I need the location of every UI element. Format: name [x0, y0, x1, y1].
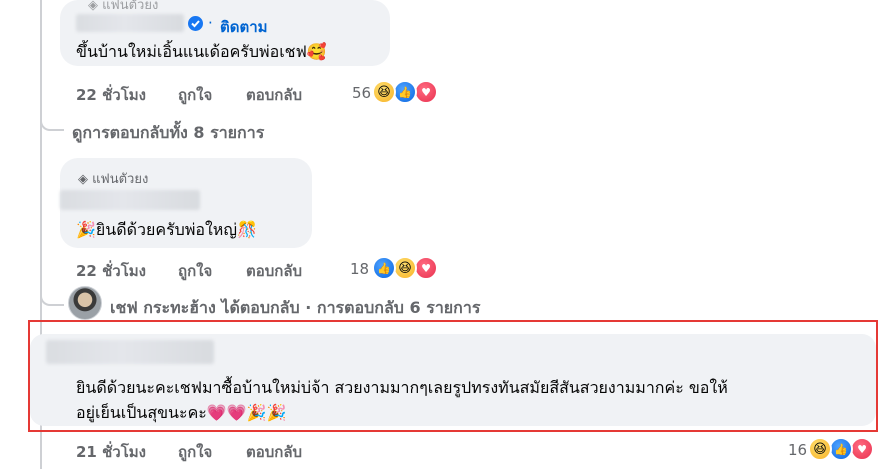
haha-reaction-icon: 😆 — [393, 256, 417, 280]
love-reaction-icon: ♥ — [414, 80, 438, 104]
haha-reaction-icon: 😆 — [808, 437, 832, 461]
reply-author: เชฟ กระทะฮ้าง — [110, 298, 216, 317]
highlight-box — [28, 320, 878, 432]
fan-badge-2: ◈ แฟนตัวยง — [78, 168, 148, 189]
comment-text-2: 🎉ยินดีด้วยครับพ่อใหญ่🎊 — [76, 218, 257, 243]
reply-button-2[interactable]: ตอบกลับ — [246, 259, 302, 283]
reply-connector — [40, 113, 64, 131]
comment-text-2-body: ยินดีด้วยครับพ่อใหญ่ — [95, 220, 237, 239]
reply-summary-link[interactable]: เชฟ กระทะฮ้าง ได้ตอบกลับ · การตอบกลับ 6 … — [110, 296, 480, 321]
fan-badge-1: ◈ แฟนตัวยง — [88, 0, 158, 15]
reply-connector — [40, 288, 64, 306]
comment-text-1: ขึ้นบ้านใหม่เอิ้นแนเด้อครับพ่อเชฟ🥰 — [76, 40, 327, 65]
reply-count: การตอบกลับ 6 รายการ — [316, 298, 481, 317]
avatar[interactable] — [68, 286, 102, 320]
fan-badge-label: แฟนตัวยง — [102, 0, 159, 13]
haha-reaction-icon: 😆 — [372, 80, 396, 104]
reply-action: ได้ตอบกลับ — [221, 298, 300, 317]
like-button-3[interactable]: ถูกใจ — [178, 440, 212, 464]
reply-button-3[interactable]: ตอบกลับ — [246, 440, 302, 464]
view-replies-link[interactable]: ดูการตอบกลับทั้ง 8 รายการ — [72, 121, 264, 146]
thread-line-main — [40, 0, 42, 300]
timestamp-1[interactable]: 22 ชั่วโมง — [76, 83, 146, 107]
commenter-name-1[interactable] — [76, 14, 184, 32]
love-reaction-icon: ♥ — [850, 437, 874, 461]
like-reaction-icon: 👍 — [393, 80, 417, 104]
reaction-count-3[interactable]: 16 — [788, 441, 807, 459]
follow-separator: · — [208, 14, 213, 32]
commenter-name-2[interactable] — [60, 190, 200, 210]
timestamp-2[interactable]: 22 ชั่วโมง — [76, 259, 146, 283]
follow-button[interactable]: ติดตาม — [220, 15, 268, 39]
diamond-icon: ◈ — [78, 172, 88, 187]
reaction-count-2[interactable]: 18 — [350, 260, 369, 278]
reply-button-1[interactable]: ตอบกลับ — [246, 83, 302, 107]
love-reaction-icon: ♥ — [414, 256, 438, 280]
fan-badge-label: แฟนตัวยง — [92, 172, 149, 187]
like-reaction-icon: 👍 — [829, 437, 853, 461]
like-reaction-icon: 👍 — [372, 256, 396, 280]
confetti-ball-emoji: 🎊 — [236, 220, 257, 239]
comment-text-1-body: ขึ้นบ้านใหม่เอิ้นแนเด้อครับพ่อเชฟ — [76, 42, 307, 61]
like-button-2[interactable]: ถูกใจ — [178, 259, 212, 283]
diamond-icon: ◈ — [88, 0, 98, 13]
like-button-1[interactable]: ถูกใจ — [178, 83, 212, 107]
reply-separator: · — [305, 298, 312, 317]
reaction-count-1[interactable]: 56 — [352, 84, 371, 102]
verified-icon — [188, 16, 203, 31]
party-popper-emoji: 🎉 — [76, 220, 96, 239]
timestamp-3[interactable]: 21 ชั่วโมง — [76, 440, 146, 464]
smiling-hearts-emoji: 🥰 — [306, 42, 327, 61]
